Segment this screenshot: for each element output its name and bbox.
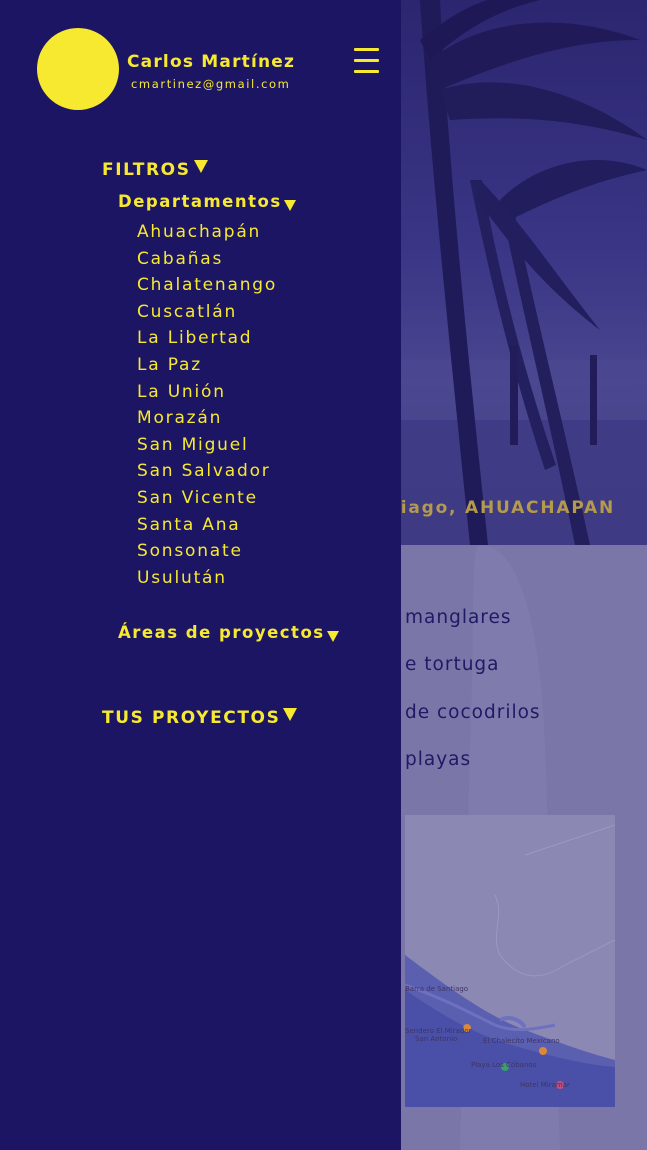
your-projects-label: TUS PROYECTOS [102,708,281,728]
department-item[interactable]: San Salvador [137,458,277,485]
department-item[interactable]: La Unión [137,379,277,406]
user-name: Carlos Martínez [127,52,296,72]
departments-toggle[interactable]: Departamentos [118,192,296,211]
department-item[interactable]: Cuscatlán [137,299,277,326]
filters-label: FILTROS [102,160,191,180]
caret-down-icon [326,631,339,642]
department-item[interactable]: Sonsonate [137,538,277,565]
project-areas-label: Áreas de proyectos [118,623,325,642]
area-item-crocodiles: de cocodrilos [405,702,541,723]
map-label: Hotel Miramar [520,1081,570,1089]
filters-toggle[interactable]: FILTROS [102,160,208,180]
department-item[interactable]: Cabañas [137,246,277,273]
department-item[interactable]: San Miguel [137,432,277,459]
department-item[interactable]: San Vicente [137,485,277,512]
department-item[interactable]: Morazán [137,405,277,432]
caret-down-icon [193,160,208,173]
map-label: Sendero El Mirador [405,1027,472,1035]
caret-down-icon [283,200,296,211]
caret-down-icon [283,708,298,721]
department-item[interactable]: Santa Ana [137,512,277,539]
map-label: San Antonio [415,1035,458,1043]
area-item-mangroves: manglares [405,607,512,628]
departments-label: Departamentos [118,192,282,211]
location-map[interactable]: Barra de Santiago Sendero El Mirador San… [405,815,615,1107]
department-item[interactable]: Usulután [137,565,277,592]
avatar[interactable] [37,28,119,110]
department-item[interactable]: Ahuachapán [137,219,277,246]
map-label: Barra de Santiago [405,985,469,993]
user-email: cmartinez@gmail.com [131,77,291,91]
department-item[interactable]: La Paz [137,352,277,379]
department-item[interactable]: La Libertad [137,325,277,352]
hamburger-icon[interactable] [354,48,379,74]
departments-list: Ahuachapán Cabañas Chalatenango Cuscatlá… [137,219,277,591]
department-item[interactable]: Chalatenango [137,272,277,299]
map-label: Playa Los Cóbanos [471,1061,537,1069]
navigation-drawer: Carlos Martínez cmartinez@gmail.com FILT… [0,0,401,1150]
area-item-beaches: playas [405,749,472,770]
hero-caption: tiago, AHUACHAPAN [390,498,615,518]
map-label: El Chalecito Mexicano [483,1037,560,1045]
project-areas-toggle[interactable]: Áreas de proyectos [118,623,339,642]
area-item-turtles: e tortuga [405,654,500,675]
your-projects-toggle[interactable]: TUS PROYECTOS [102,708,298,728]
